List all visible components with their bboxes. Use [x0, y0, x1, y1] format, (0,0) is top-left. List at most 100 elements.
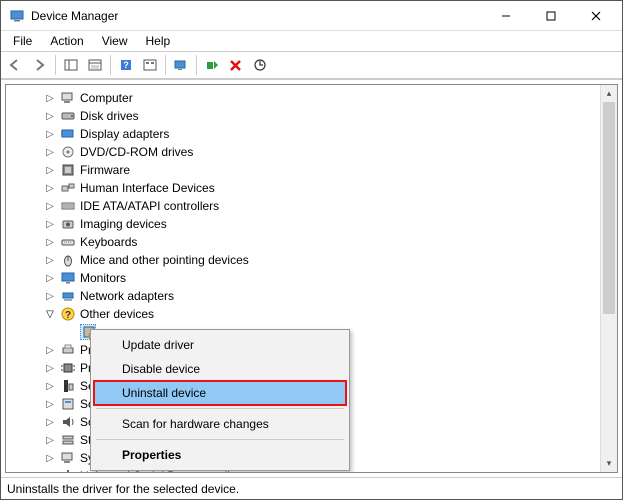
- ctx-scan-hardware[interactable]: Scan for hardware changes: [94, 412, 346, 436]
- display-adapter-icon: [60, 126, 76, 142]
- scroll-down-button[interactable]: ▾: [601, 455, 617, 472]
- tree-node-other-devices[interactable]: ▽ ? Other devices: [40, 305, 617, 323]
- tree-label: Computer: [80, 91, 133, 105]
- tree-node-ide[interactable]: ▷ IDE ATA/ATAPI controllers: [40, 197, 617, 215]
- ctx-uninstall-device[interactable]: Uninstall device: [94, 381, 346, 405]
- expand-icon[interactable]: ▷: [44, 416, 56, 428]
- tree-label: Imaging devices: [80, 217, 167, 231]
- expand-icon[interactable]: ▷: [44, 182, 56, 194]
- other-devices-icon: ?: [60, 306, 76, 322]
- disk-icon: [60, 108, 76, 124]
- tree-node-mice[interactable]: ▷ Mice and other pointing devices: [40, 251, 617, 269]
- expand-icon[interactable]: ▷: [44, 344, 56, 356]
- ctx-disable-device[interactable]: Disable device: [94, 357, 346, 381]
- expand-icon[interactable]: ▷: [44, 110, 56, 122]
- tree-node-imaging[interactable]: ▷ Imaging devices: [40, 215, 617, 233]
- tree-node-computer[interactable]: ▷ Computer: [40, 89, 617, 107]
- expand-icon[interactable]: ▷: [44, 254, 56, 266]
- system-icon: [60, 450, 76, 466]
- tree-node-hid[interactable]: ▷ Human Interface Devices: [40, 179, 617, 197]
- ctx-properties[interactable]: Properties: [94, 443, 346, 467]
- action-button[interactable]: [139, 54, 161, 76]
- printer-icon: [60, 342, 76, 358]
- tree-node-network[interactable]: ▷ Network adapters: [40, 287, 617, 305]
- keyboard-icon: [60, 234, 76, 250]
- tree-label: Network adapters: [80, 289, 174, 303]
- collapse-icon[interactable]: ▽: [44, 308, 56, 320]
- enable-device-button[interactable]: [201, 54, 223, 76]
- expand-icon[interactable]: ▷: [44, 200, 56, 212]
- expand-icon[interactable]: ▷: [44, 92, 56, 104]
- tree-label: Other devices: [80, 307, 154, 321]
- window-title: Device Manager: [31, 9, 483, 23]
- expand-icon[interactable]: ▷: [44, 362, 56, 374]
- ctx-update-driver[interactable]: Update driver: [94, 333, 346, 357]
- help-button[interactable]: ?: [115, 54, 137, 76]
- titlebar: Device Manager: [1, 1, 622, 31]
- toolbar-separator: [55, 55, 56, 75]
- close-button[interactable]: [573, 1, 618, 30]
- back-button[interactable]: [5, 54, 27, 76]
- vertical-scrollbar[interactable]: ▴ ▾: [600, 85, 617, 472]
- spacer: [64, 326, 76, 338]
- tree-node-display-adapters[interactable]: ▷ Display adapters: [40, 125, 617, 143]
- app-icon: [9, 8, 25, 24]
- menubar: File Action View Help: [1, 31, 622, 51]
- expand-icon[interactable]: ▷: [44, 128, 56, 140]
- maximize-button[interactable]: [528, 1, 573, 30]
- scroll-up-button[interactable]: ▴: [601, 85, 617, 102]
- tree-label: Firmware: [80, 163, 130, 177]
- menu-view[interactable]: View: [94, 33, 136, 49]
- uninstall-device-button[interactable]: [225, 54, 247, 76]
- dvd-icon: [60, 144, 76, 160]
- scroll-thumb[interactable]: [603, 102, 615, 314]
- window-controls: [483, 1, 618, 30]
- monitor-icon: [60, 270, 76, 286]
- toolbar-separator: [110, 55, 111, 75]
- expand-icon[interactable]: ▷: [44, 452, 56, 464]
- toolbar-separator: [165, 55, 166, 75]
- expand-icon[interactable]: ▷: [44, 290, 56, 302]
- storage-icon: [60, 432, 76, 448]
- context-menu: Update driver Disable device Uninstall d…: [90, 329, 350, 471]
- tree-label: Disk drives: [80, 109, 139, 123]
- show-hide-tree-button[interactable]: [60, 54, 82, 76]
- computer-icon: [60, 90, 76, 106]
- svg-text:?: ?: [123, 60, 129, 70]
- expand-icon[interactable]: ▷: [44, 398, 56, 410]
- tree-node-disk-drives[interactable]: ▷ Disk drives: [40, 107, 617, 125]
- tree-node-dvd-cdrom[interactable]: ▷ DVD/CD-ROM drives: [40, 143, 617, 161]
- tree-node-firmware[interactable]: ▷ Firmware: [40, 161, 617, 179]
- expand-icon[interactable]: ▷: [44, 218, 56, 230]
- statusbar: Uninstalls the driver for the selected d…: [1, 477, 622, 499]
- expand-icon[interactable]: ▷: [44, 470, 56, 473]
- scroll-track[interactable]: [601, 102, 617, 455]
- properties-button[interactable]: [84, 54, 106, 76]
- menu-help[interactable]: Help: [138, 33, 179, 49]
- svg-text:?: ?: [65, 310, 71, 321]
- tree-label: IDE ATA/ATAPI controllers: [80, 199, 219, 213]
- tree-label: Human Interface Devices: [80, 181, 215, 195]
- network-icon: [60, 288, 76, 304]
- tree-node-monitors[interactable]: ▷ Monitors: [40, 269, 617, 287]
- expand-icon[interactable]: ▷: [44, 434, 56, 446]
- expand-icon[interactable]: ▷: [44, 164, 56, 176]
- minimize-button[interactable]: [483, 1, 528, 30]
- tree-label: Display adapters: [80, 127, 169, 141]
- imaging-icon: [60, 216, 76, 232]
- expand-icon[interactable]: ▷: [44, 272, 56, 284]
- security-icon: [60, 378, 76, 394]
- menu-file[interactable]: File: [5, 33, 40, 49]
- menu-action[interactable]: Action: [42, 33, 91, 49]
- tree-node-keyboards[interactable]: ▷ Keyboards: [40, 233, 617, 251]
- status-text: Uninstalls the driver for the selected d…: [7, 482, 239, 496]
- tree-label: Keyboards: [80, 235, 137, 249]
- tree-label: DVD/CD-ROM drives: [80, 145, 193, 159]
- scan-hardware-button[interactable]: [170, 54, 192, 76]
- expand-icon[interactable]: ▷: [44, 380, 56, 392]
- expand-icon[interactable]: ▷: [44, 146, 56, 158]
- sound-icon: [60, 414, 76, 430]
- expand-icon[interactable]: ▷: [44, 236, 56, 248]
- forward-button[interactable]: [29, 54, 51, 76]
- update-driver-button[interactable]: [249, 54, 271, 76]
